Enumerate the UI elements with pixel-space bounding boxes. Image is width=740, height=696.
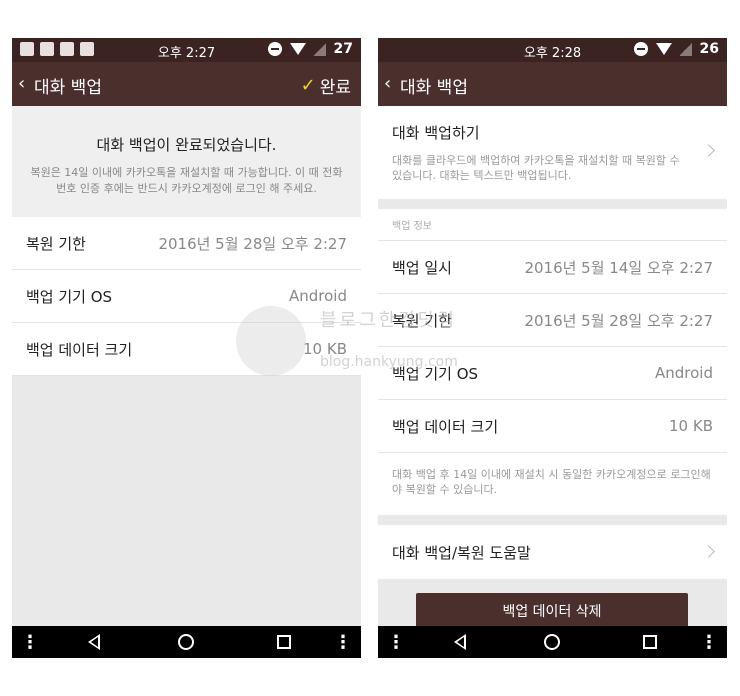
signal-icon	[679, 42, 692, 56]
backup-note: 대화 백업 후 14일 이내에 재설치 시 동일한 카카오계정으로 로그인해야 …	[378, 453, 727, 515]
left-screen: 오후 2:27 27 ‹ 대화 백업 ✓ 완료 대화 백업이 완료되었습니다. …	[12, 38, 361, 658]
menu-dots-icon[interactable]: ⋮	[386, 626, 406, 658]
recents-square-icon	[643, 635, 657, 649]
help-label: 대화 백업/복원 도움말	[392, 543, 531, 562]
watermark-text: 블로그한경닷컴	[320, 310, 457, 331]
back-triangle-icon	[454, 634, 466, 650]
divider	[378, 199, 727, 209]
info-label: 복원 기한	[26, 234, 86, 253]
section-label: 백업 정보	[378, 209, 727, 241]
info-label: 백업 기기 OS	[26, 287, 113, 306]
nav-recents-button[interactable]	[640, 626, 660, 658]
divider	[378, 515, 727, 525]
info-row-backup-time: 백업 일시 2016년 5월 14일 오후 2:27	[378, 241, 727, 294]
status-bar: 오후 2:28 26	[378, 38, 727, 62]
battery-level: 26	[699, 41, 719, 57]
backup-info-list: 백업 일시 2016년 5월 14일 오후 2:27 복원 기한 2016년 5…	[378, 241, 727, 453]
info-label: 백업 데이터 크기	[26, 340, 133, 359]
recents-square-icon	[277, 635, 291, 649]
info-value: 2016년 5월 14일 오후 2:27	[524, 258, 713, 277]
info-row-device-os: 백업 기기 OS Android	[12, 270, 361, 323]
nav-bar: ⋮ ⋮	[12, 626, 361, 658]
menu-dots-icon[interactable]: ⋮	[20, 626, 40, 658]
menu-dots-icon[interactable]: ⋮	[699, 626, 719, 658]
home-circle-icon	[544, 634, 560, 650]
watermark-url: blog.hankyung.com	[320, 354, 458, 370]
wifi-icon	[655, 43, 672, 55]
info-row-data-size: 백업 데이터 크기 10 KB	[378, 400, 727, 453]
backup-now-item[interactable]: 대화 백업하기 대화를 클라우드에 백업하여 카카오톡을 재설치할 때 복원할 …	[378, 106, 727, 199]
wifi-icon	[289, 43, 306, 55]
nav-back-button[interactable]	[84, 626, 104, 658]
home-circle-icon	[178, 634, 194, 650]
app-bar: ‹ 대화 백업 ✓ 완료	[12, 62, 361, 106]
watermark-logo	[236, 306, 306, 376]
do-not-disturb-icon	[633, 42, 648, 56]
app-bar: ‹ 대화 백업	[378, 62, 727, 106]
info-label: 백업 일시	[392, 258, 452, 277]
page-title[interactable]: 대화 백업	[34, 73, 102, 98]
info-row-restore-deadline: 복원 기한 2016년 5월 28일 오후 2:27	[12, 217, 361, 270]
done-label: 완료	[319, 78, 351, 98]
back-triangle-icon	[88, 634, 100, 650]
content: 대화 백업이 완료되었습니다. 복원은 14일 이내에 카카오톡을 재설치할 때…	[12, 106, 361, 626]
right-screen: 오후 2:28 26 ‹ 대화 백업 대화 백업하기 대화를 클라우드에 백업하…	[378, 38, 727, 658]
help-item[interactable]: 대화 백업/복원 도움말	[378, 525, 727, 579]
delete-backup-button[interactable]: 백업 데이터 삭제	[416, 593, 688, 626]
chevron-right-icon	[702, 545, 715, 558]
done-button[interactable]: ✓ 완료	[301, 73, 351, 98]
signal-icon	[313, 42, 326, 56]
status-bar: 오후 2:27 27	[12, 38, 361, 62]
info-row-data-size: 백업 데이터 크기 10 KB	[12, 323, 361, 376]
nav-home-button[interactable]	[175, 626, 197, 658]
battery-level: 27	[333, 41, 353, 57]
back-chevron-icon[interactable]: ‹	[384, 73, 391, 94]
info-value: 2016년 5월 28일 오후 2:27	[524, 311, 713, 330]
info-value: Android	[289, 287, 347, 305]
completion-message: 대화 백업이 완료되었습니다. 복원은 14일 이내에 카카오톡을 재설치할 때…	[12, 106, 361, 217]
info-value: 10 KB	[669, 417, 713, 435]
nav-recents-button[interactable]	[274, 626, 294, 658]
menu-dots-icon[interactable]: ⋮	[333, 626, 353, 658]
backup-now-title: 대화 백업하기	[392, 124, 480, 142]
message-title: 대화 백업이 완료되었습니다.	[96, 136, 277, 154]
message-subtext: 복원은 14일 이내에 카카오톡을 재설치할 때 가능합니다. 이 때 전화번호…	[30, 166, 343, 195]
back-chevron-icon[interactable]: ‹	[18, 73, 25, 94]
check-icon: ✓	[300, 75, 316, 96]
info-label: 백업 데이터 크기	[392, 417, 499, 436]
nav-home-button[interactable]	[541, 626, 563, 658]
info-value: 2016년 5월 28일 오후 2:27	[158, 234, 347, 253]
do-not-disturb-icon	[267, 42, 282, 56]
backup-info-list: 복원 기한 2016년 5월 28일 오후 2:27 백업 기기 OS Andr…	[12, 217, 361, 376]
nav-back-button[interactable]	[450, 626, 470, 658]
nav-bar: ⋮ ⋮	[378, 626, 727, 658]
info-value: Android	[655, 364, 713, 382]
page-title[interactable]: 대화 백업	[400, 73, 468, 98]
backup-now-description: 대화를 클라우드에 백업하여 카카오톡을 재설치할 때 복원할 수 있습니다. …	[392, 154, 680, 182]
